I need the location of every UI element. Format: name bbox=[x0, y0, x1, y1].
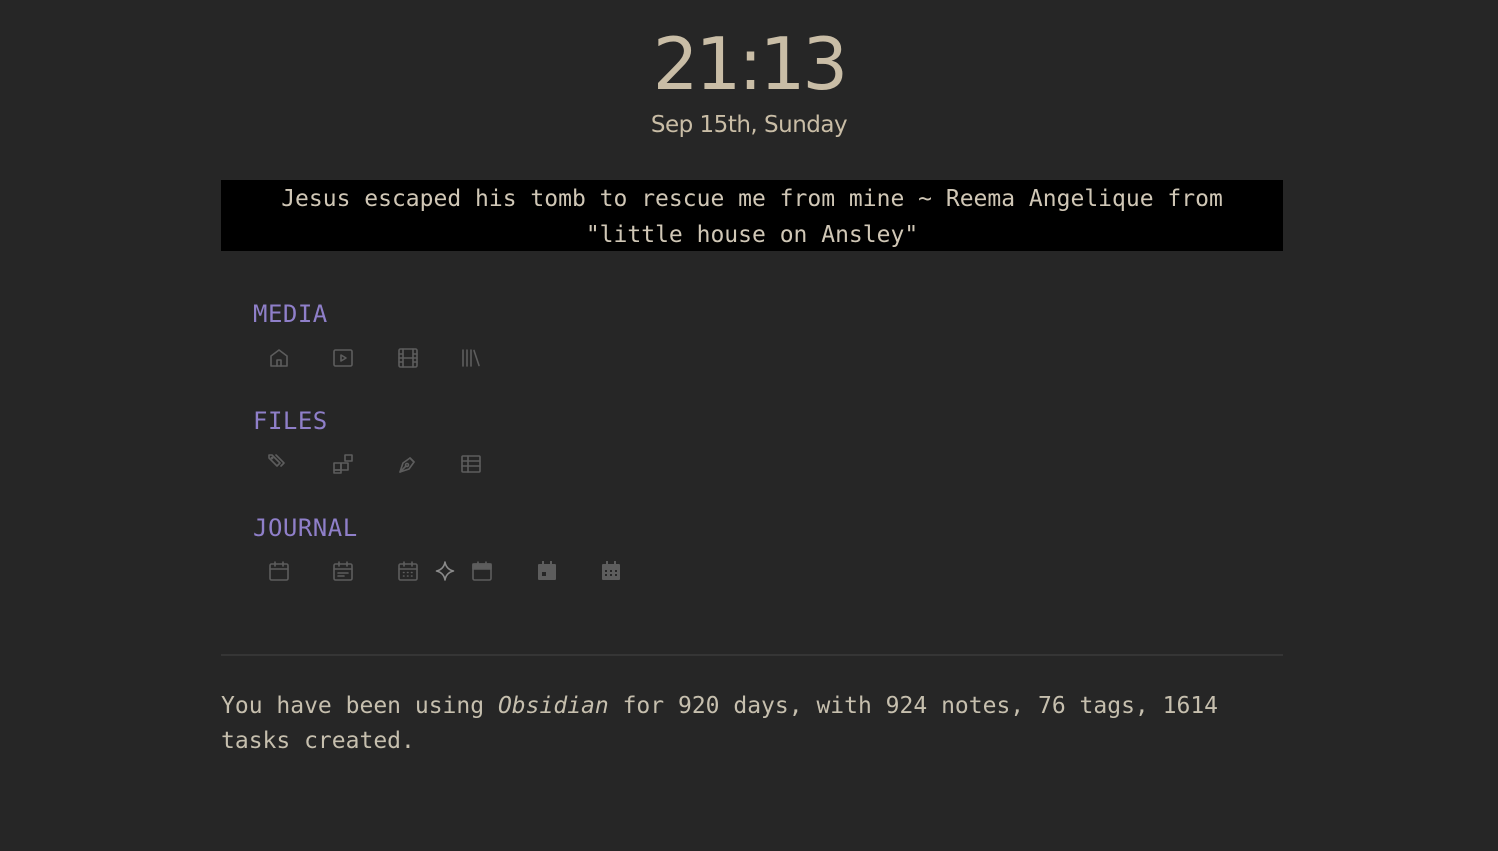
calendar-event-filled-icon[interactable] bbox=[534, 558, 560, 584]
library-icon[interactable] bbox=[458, 345, 484, 371]
film-icon[interactable] bbox=[395, 345, 421, 371]
divider bbox=[221, 654, 1283, 656]
blocks-icon[interactable] bbox=[330, 451, 356, 477]
quote-banner: Jesus escaped his tomb to rescue me from… bbox=[221, 180, 1283, 251]
calendar-grid-filled-icon[interactable] bbox=[598, 558, 624, 584]
calendar-filled-icon[interactable] bbox=[469, 558, 495, 584]
calendar-grid-icon[interactable] bbox=[395, 558, 421, 584]
sparkle-icon[interactable] bbox=[432, 558, 458, 584]
stats-prefix: You have been using bbox=[221, 693, 498, 719]
clock-date: Sep 15th, Sunday bbox=[650, 112, 848, 138]
table-icon[interactable] bbox=[458, 451, 484, 477]
section-title-media: MEDIA bbox=[253, 300, 328, 328]
quote-text: Jesus escaped his tomb to rescue me from… bbox=[281, 186, 1223, 248]
calendar-lines-icon[interactable] bbox=[330, 558, 356, 584]
clock-time: 21:13 bbox=[652, 22, 849, 106]
play-square-icon[interactable] bbox=[330, 345, 356, 371]
section-title-files: FILES bbox=[253, 407, 328, 435]
section-title-journal: JOURNAL bbox=[253, 514, 358, 542]
stats-app-name: Obsidian bbox=[497, 693, 609, 719]
calendar-icon[interactable] bbox=[266, 558, 292, 584]
tags-icon[interactable] bbox=[266, 451, 292, 477]
pen-tool-icon[interactable] bbox=[395, 451, 421, 477]
home-icon[interactable] bbox=[266, 345, 292, 371]
usage-stats: You have been using Obsidian for 920 day… bbox=[221, 689, 1283, 759]
